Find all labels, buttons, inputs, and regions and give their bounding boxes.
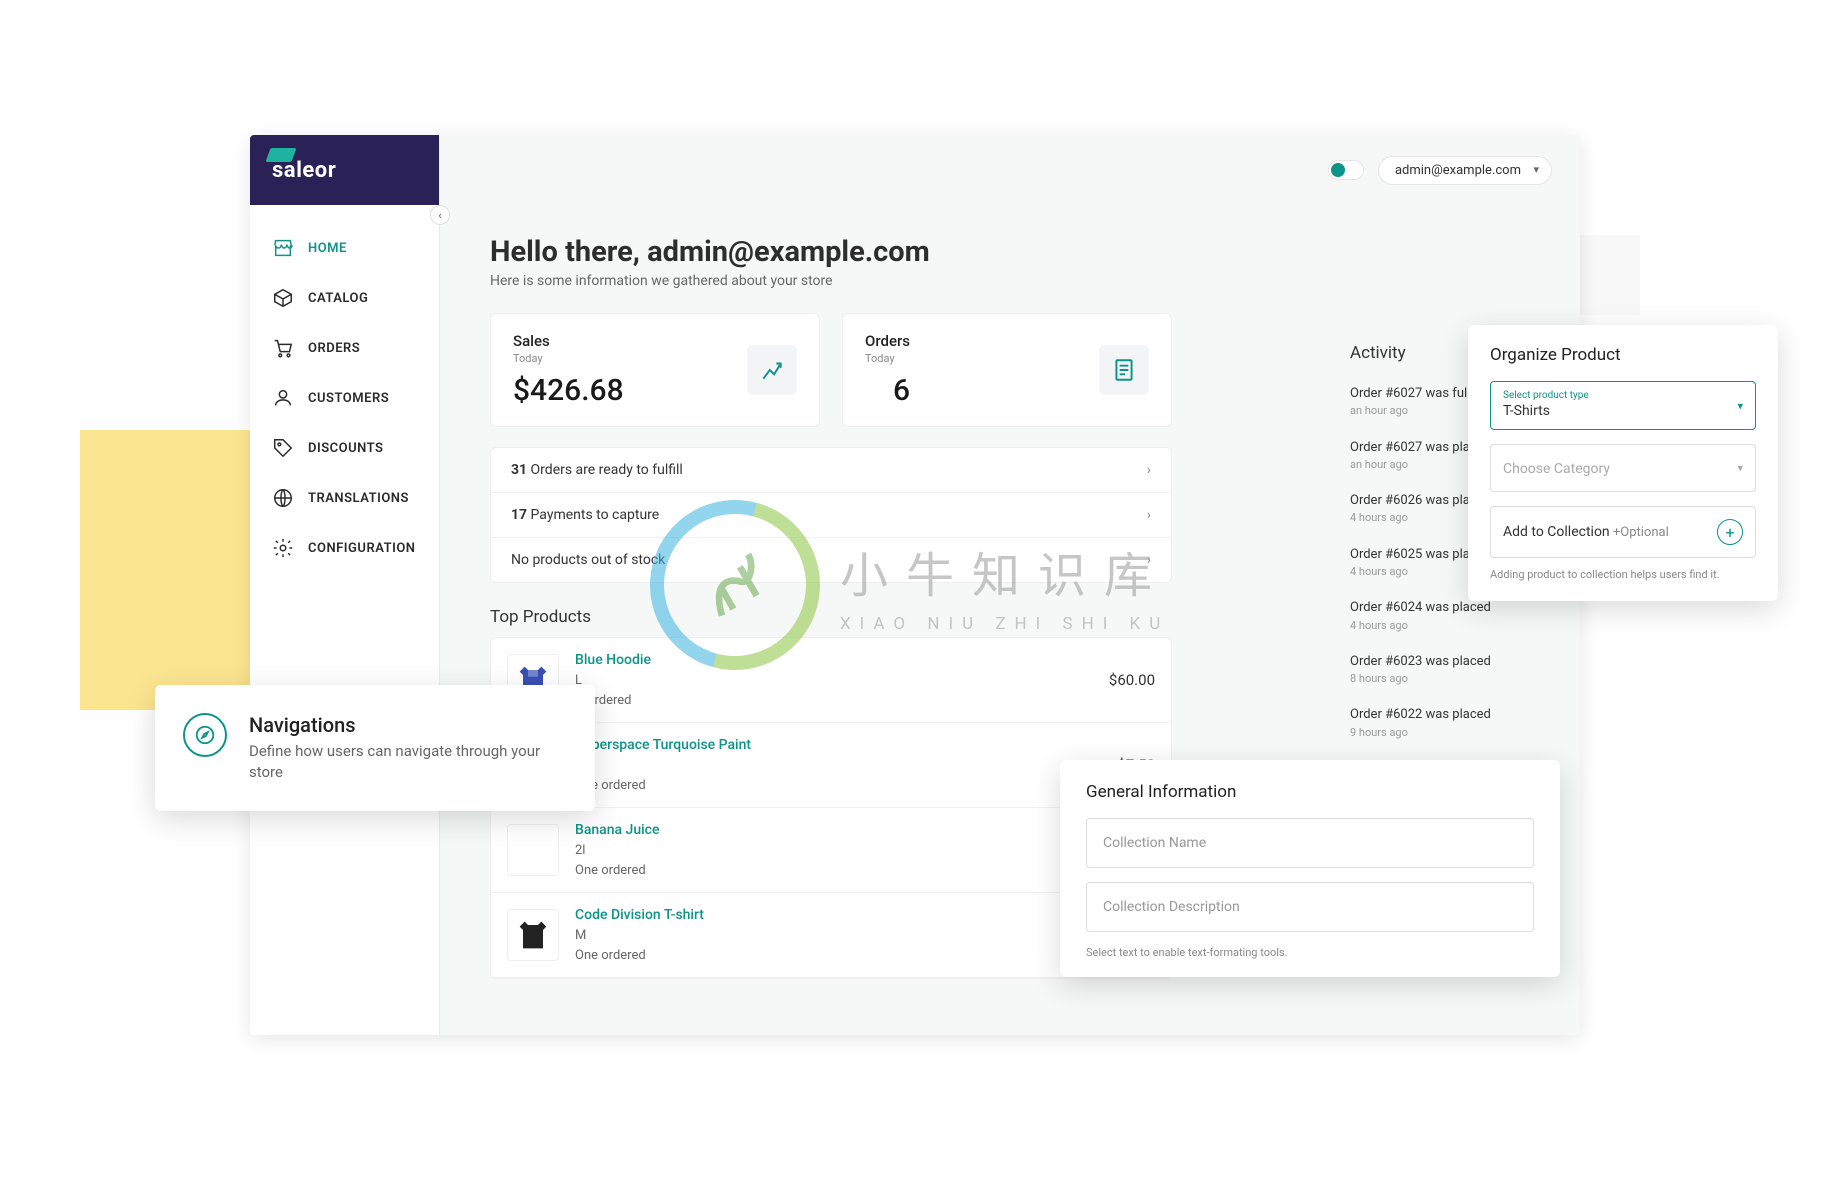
category-select[interactable]: Choose Category xyxy=(1490,444,1756,492)
user-dropdown[interactable]: admin@example.com xyxy=(1378,156,1552,185)
product-name: Code Division T-shirt xyxy=(575,905,1139,926)
product-name: Blue Hoodie xyxy=(575,650,1093,671)
product-ordered: One ordered xyxy=(575,776,1101,796)
orders-label: Orders xyxy=(865,332,910,350)
user-icon xyxy=(272,387,294,409)
activity-time: 9 hours ago xyxy=(1350,725,1530,740)
collection-name-input[interactable]: Collection Name xyxy=(1086,818,1534,868)
compass-icon xyxy=(183,713,227,757)
sales-period: Today xyxy=(513,352,624,365)
decor-grey-right xyxy=(1580,235,1640,315)
page-title: Hello there, admin@example.com xyxy=(490,235,1530,269)
sidebar-item-configuration[interactable]: CONFIGURATION xyxy=(250,523,439,573)
product-variant: L xyxy=(575,671,1093,691)
navigations-title: Navigations xyxy=(249,713,567,737)
receipt-icon xyxy=(1099,345,1149,395)
status-row[interactable]: 17 Payments to capture› xyxy=(491,493,1171,538)
add-collection-button[interactable]: + xyxy=(1717,519,1743,545)
chevron-right-icon: › xyxy=(1147,552,1151,568)
box-icon xyxy=(272,287,294,309)
general-info-hint: Select text to enable text-formating too… xyxy=(1086,946,1534,959)
organize-product-card: Organize Product Select product type T-S… xyxy=(1468,325,1778,601)
sidebar-item-label: CONFIGURATION xyxy=(308,541,415,556)
sidebar-collapse-button[interactable]: ‹ xyxy=(430,205,450,225)
sidebar-item-label: DISCOUNTS xyxy=(308,441,383,456)
organize-title: Organize Product xyxy=(1490,345,1756,365)
product-name: Hyperspace Turquoise Paint xyxy=(575,735,1101,756)
product-thumbnail xyxy=(507,909,559,961)
chart-icon xyxy=(747,345,797,395)
product-type-select[interactable]: Select product type T-Shirts xyxy=(1490,381,1756,430)
collection-description-input[interactable]: Collection Description xyxy=(1086,882,1534,932)
sidebar-item-home[interactable]: HOME xyxy=(250,223,439,273)
status-row[interactable]: 31 Orders are ready to fulfill› xyxy=(491,448,1171,493)
sidebar-item-discounts[interactable]: DISCOUNTS xyxy=(250,423,439,473)
product-name: Banana Juice xyxy=(575,820,1139,841)
sidebar-item-label: CUSTOMERS xyxy=(308,391,389,406)
activity-row[interactable]: Order #6023 was placed8 hours ago xyxy=(1350,643,1530,697)
sales-value: $426.68 xyxy=(513,373,624,408)
status-list: 31 Orders are ready to fulfill›17 Paymen… xyxy=(490,447,1172,583)
chevron-right-icon: › xyxy=(1147,507,1151,523)
gear-icon xyxy=(272,537,294,559)
sidebar-item-label: ORDERS xyxy=(308,341,360,356)
product-variant: 1l xyxy=(575,756,1101,776)
product-thumbnail xyxy=(507,824,559,876)
add-to-collection-field[interactable]: Add to Collection +Optional + xyxy=(1490,506,1756,558)
organize-hint: Adding product to collection helps users… xyxy=(1490,568,1756,581)
activity-time: 4 hours ago xyxy=(1350,618,1530,633)
globe-icon xyxy=(272,487,294,509)
sidebar-item-catalog[interactable]: CATALOG xyxy=(250,273,439,323)
tag-icon xyxy=(272,437,294,459)
product-ordered: 2 Ordered xyxy=(575,691,1093,711)
product-ordered: One ordered xyxy=(575,861,1139,881)
user-email: admin@example.com xyxy=(1395,163,1521,178)
sidebar-item-customers[interactable]: CUSTOMERS xyxy=(250,373,439,423)
sidebar-item-label: HOME xyxy=(308,241,347,256)
product-variant: 2l xyxy=(575,841,1139,861)
orders-value: 6 xyxy=(865,373,910,408)
brand-name: saleor xyxy=(272,158,336,183)
sales-card[interactable]: Sales Today $426.68 xyxy=(490,313,820,427)
activity-time: 8 hours ago xyxy=(1350,671,1530,686)
navigations-card[interactable]: Navigations Define how users can navigat… xyxy=(155,685,595,811)
general-info-title: General Information xyxy=(1086,782,1534,802)
chevron-right-icon: › xyxy=(1147,462,1151,478)
sidebar: saleor HOME CATALOG ORDERS CUSTOMERS DISCOUN… xyxy=(250,135,440,1035)
status-toggle[interactable] xyxy=(1328,160,1364,180)
status-row[interactable]: No products out of stock› xyxy=(491,538,1171,582)
sidebar-item-translations[interactable]: TRANSLATIONS xyxy=(250,473,439,523)
decor-yellow xyxy=(80,430,260,710)
activity-text: Order #6023 was placed xyxy=(1350,653,1530,671)
page-subtitle: Here is some information we gathered abo… xyxy=(490,273,1530,289)
activity-text: Order #6024 was placed xyxy=(1350,599,1530,617)
product-price: $60.00 xyxy=(1109,671,1155,689)
sidebar-item-label: CATALOG xyxy=(308,291,368,306)
orders-period: Today xyxy=(865,352,910,365)
sidebar-item-orders[interactable]: ORDERS xyxy=(250,323,439,373)
cart-icon xyxy=(272,337,294,359)
product-variant: M xyxy=(575,926,1139,946)
orders-card[interactable]: Orders Today 6 xyxy=(842,313,1172,427)
logo[interactable]: saleor xyxy=(250,135,439,205)
header: admin@example.com xyxy=(440,135,1580,205)
activity-text: Order #6022 was placed xyxy=(1350,706,1530,724)
product-ordered: One ordered xyxy=(575,946,1139,966)
activity-row[interactable]: Order #6022 was placed9 hours ago xyxy=(1350,696,1530,750)
sales-label: Sales xyxy=(513,332,624,350)
sidebar-item-label: TRANSLATIONS xyxy=(308,491,409,506)
general-information-card: General Information Collection Name Coll… xyxy=(1060,760,1560,977)
store-icon xyxy=(272,237,294,259)
navigations-subtitle: Define how users can navigate through yo… xyxy=(249,741,567,783)
